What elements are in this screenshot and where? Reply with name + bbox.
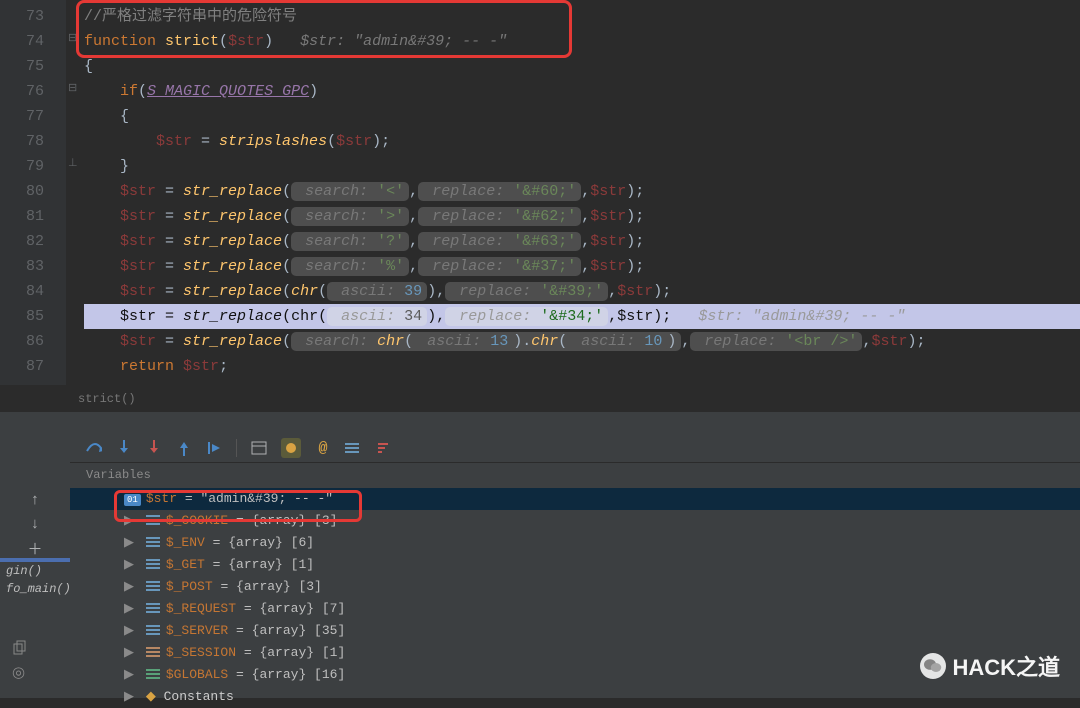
wechat-icon [920,653,946,679]
line-number: 75 [0,54,66,79]
step-into-icon[interactable] [116,440,132,456]
code-line: $str = stripslashes($str); [84,129,1080,154]
link-icon[interactable]: ◎ [12,663,25,682]
add-frame-button[interactable]: ＋ [0,536,70,560]
line-number: 77 [0,104,66,129]
at-icon[interactable]: @ [315,440,331,456]
code-line: if(S_MAGIC_QUOTES_GPC) [84,79,1080,104]
call-frame[interactable]: gin() [0,562,70,580]
watermark: HACK之道 [920,650,1060,682]
run-to-cursor-icon[interactable] [206,440,222,456]
line-number: 76 [0,79,66,104]
code-line: $str = str_replace( search: '>', replace… [84,204,1080,229]
line-number: 74 [0,29,66,54]
frame-up-button[interactable]: ↑ [0,488,70,512]
line-number: 83 [0,254,66,279]
line-number: 86 [0,329,66,354]
code-line: $str = str_replace( search: chr( ascii: … [84,329,1080,354]
trace-current-icon[interactable] [281,438,301,458]
step-out-icon[interactable] [176,440,192,456]
step-over-icon[interactable] [86,440,102,456]
line-number: 87 [0,354,66,379]
code-line-current: $str = str_replace(chr( ascii: 34), repl… [84,304,1080,329]
debugger-panel: ut×⋮ ↑ ↓ ＋ gin() fo_main() ◎ @ Variables… [0,434,1080,698]
variables-label: Variables [86,468,151,482]
line-number: 80 [0,179,66,204]
fold-icon[interactable]: ⊟ [68,81,77,95]
panel-splitter[interactable] [0,412,1080,434]
variable-row[interactable]: ▶ $_REQUEST = {array} [7] [70,598,1080,620]
line-number: 73 [0,4,66,29]
variable-row[interactable]: ▶ $_SERVER = {array} [35] [70,620,1080,642]
line-number: 82 [0,229,66,254]
debugger-sidebar: ↑ ↓ ＋ gin() fo_main() ◎ [0,434,70,698]
list-icon[interactable] [345,440,361,456]
variable-row[interactable]: ▶ ◆ Constants [70,686,1080,708]
fold-end-icon[interactable]: ⊥ [68,156,78,170]
code-line: $str = str_replace( search: '?', replace… [84,229,1080,254]
code-line: $str = str_replace( search: '%', replace… [84,254,1080,279]
evaluate-icon[interactable] [251,440,267,456]
force-step-into-icon[interactable] [146,440,162,456]
debugger-toolbar: @ [70,434,1080,463]
code-line: return $str; [84,354,1080,379]
fold-gutter[interactable]: ⊟ ⊟ ⊥ [68,4,82,384]
copy-icon[interactable] [12,640,28,656]
line-number: 79 [0,154,66,179]
line-number: 78 [0,129,66,154]
annotation-box [76,0,572,58]
frame-down-button[interactable]: ↓ [0,512,70,536]
line-number: 81 [0,204,66,229]
sort-icon[interactable] [375,440,391,456]
line-number: 84 [0,279,66,304]
variable-row[interactable]: ▶ $_POST = {array} [3] [70,576,1080,598]
variable-row[interactable]: ▶ $_ENV = {array} [6] [70,532,1080,554]
line-number: 85 [0,304,66,329]
line-gutter: 73 74 75 76 77 78 79 80 81 82 83 84 85 8… [0,0,66,385]
call-frame[interactable]: fo_main() [0,580,70,598]
code-line: } [84,154,1080,179]
code-line: $str = str_replace( search: '<', replace… [84,179,1080,204]
breadcrumb[interactable]: strict() [78,388,136,410]
variable-row[interactable]: ▶ $_GET = {array} [1] [70,554,1080,576]
code-line: $str = str_replace(chr( ascii: 39), repl… [84,279,1080,304]
code-area[interactable]: //严格过滤字符串中的危险符号 function strict($str) $s… [84,4,1080,379]
code-line: { [84,104,1080,129]
annotation-box [114,490,362,522]
